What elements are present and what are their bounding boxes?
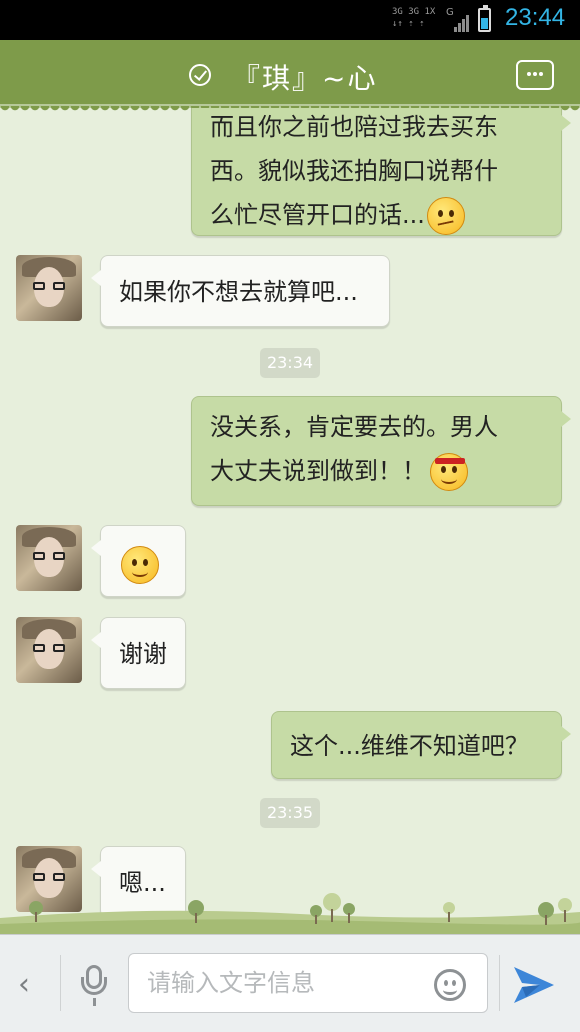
divider bbox=[499, 955, 500, 1011]
message-text-line: 而且你之前也陪过我去买东 bbox=[210, 113, 498, 141]
message-text-line: 大丈夫说到做到！！ bbox=[210, 449, 543, 493]
message-text-line: 么忙尽管开口的话... bbox=[210, 193, 543, 237]
battery-icon bbox=[478, 5, 491, 32]
network-type-line-2: ↓↑ ⇡ ⇡ bbox=[392, 19, 425, 29]
contact-name-title[interactable]: 『琪』~心 bbox=[232, 57, 377, 97]
incoming-message-bubble[interactable] bbox=[91, 525, 186, 597]
outgoing-message-bubble[interactable]: 没关系，肯定要去的。男人 大丈夫说到做到！！ bbox=[191, 396, 571, 506]
landscape-decoration bbox=[0, 893, 580, 934]
message-list[interactable]: 而且你之前也陪过我去买东 西。貌似我还拍胸口说帮什 么忙尽管开口的话... 如果… bbox=[0, 108, 580, 933]
message-text-line: 如果你不想去就算吧... bbox=[119, 278, 358, 306]
more-options-button[interactable] bbox=[516, 60, 554, 90]
network-type-line-1: 3G 3G 1X bbox=[392, 7, 436, 17]
message-text-line: 谢谢 bbox=[119, 640, 167, 668]
smiley-icon[interactable] bbox=[434, 969, 466, 1001]
check-circle-icon bbox=[189, 64, 211, 86]
incoming-message-bubble[interactable]: 如果你不想去就算吧... bbox=[91, 255, 390, 327]
incoming-message-bubble[interactable]: 谢谢 bbox=[91, 617, 186, 689]
input-placeholder: 请输入文字信息 bbox=[147, 969, 315, 997]
microphone-stem bbox=[93, 998, 96, 1006]
status-bar: 3G 3G 1X ↓↑ ⇡ ⇡ G 23:44 bbox=[0, 0, 580, 40]
chat-header: 『琪』~心 bbox=[0, 40, 580, 112]
headband-face-emoji-icon bbox=[430, 453, 468, 491]
more-dots-icon bbox=[527, 72, 531, 76]
outgoing-message-bubble[interactable]: 这个...维维不知道吧？ bbox=[271, 711, 571, 779]
message-input-bar: ‹ 请输入文字信息 bbox=[0, 934, 580, 1032]
signal-strength-icon bbox=[454, 14, 470, 32]
send-plane-icon[interactable] bbox=[510, 963, 558, 1007]
divider bbox=[60, 955, 61, 1011]
avatar[interactable] bbox=[16, 617, 82, 683]
clock: 23:44 bbox=[505, 4, 566, 31]
chevron-left-icon[interactable]: ‹ bbox=[18, 967, 30, 1002]
message-timestamp: 23:34 bbox=[260, 348, 320, 378]
smile-emoji-icon bbox=[121, 546, 159, 584]
message-text-line: 没关系，肯定要去的。男人 bbox=[210, 413, 498, 441]
avatar[interactable] bbox=[16, 255, 82, 321]
wry-face-emoji-icon bbox=[426, 197, 465, 235]
message-text-line: 西。貌似我还拍胸口说帮什 bbox=[210, 157, 498, 185]
network-type-indicator: 3G 3G 1X ↓↑ ⇡ ⇡ bbox=[392, 6, 444, 34]
message-timestamp: 23:35 bbox=[260, 798, 320, 828]
avatar[interactable] bbox=[16, 525, 82, 591]
message-text-line: 这个...维维不知道吧？ bbox=[290, 732, 529, 760]
outgoing-message-bubble[interactable]: 而且你之前也陪过我去买东 西。貌似我还拍胸口说帮什 么忙尽管开口的话... bbox=[191, 108, 571, 237]
g-network-label: G bbox=[446, 7, 454, 18]
